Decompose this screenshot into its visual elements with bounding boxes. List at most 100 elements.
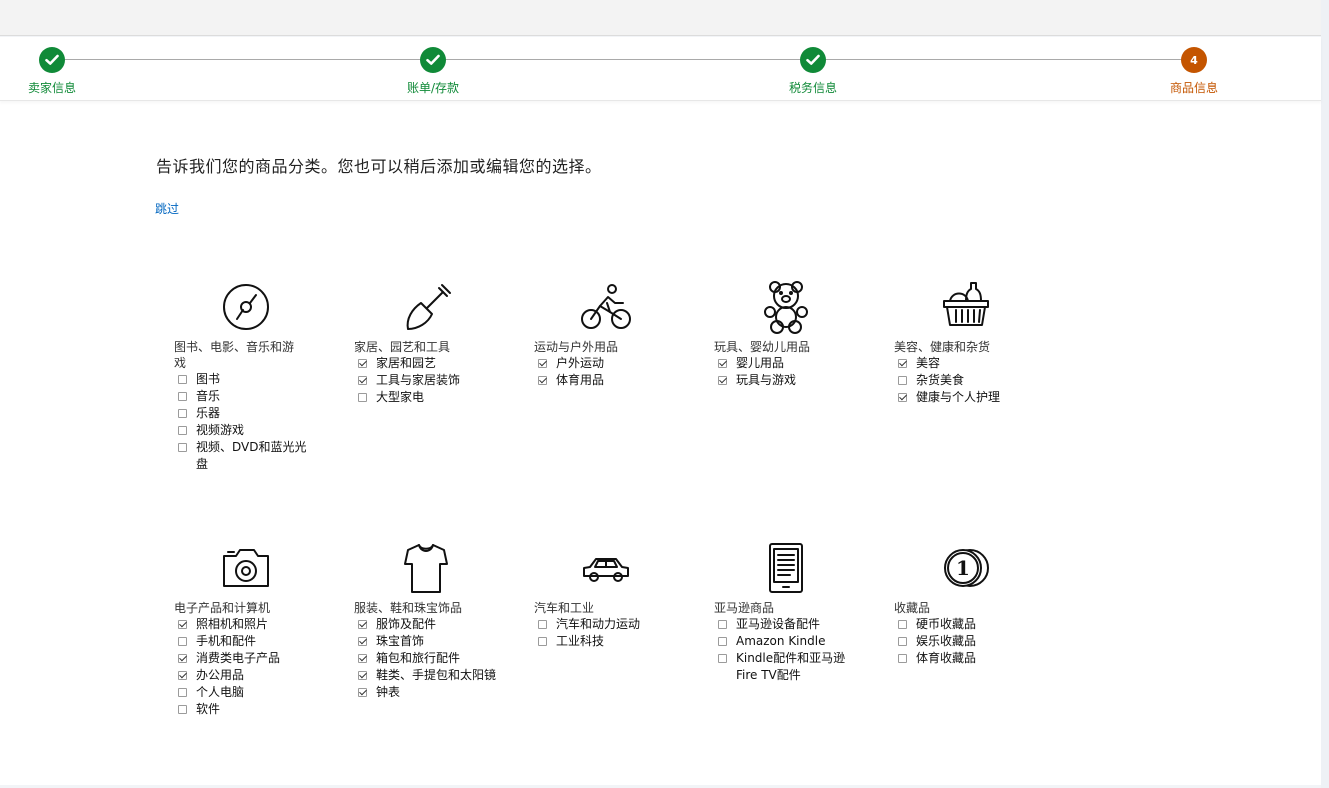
option-label: 乐器: [196, 406, 221, 420]
category-collectibles: 1 收藏品 硬币收藏品 娱乐收藏品 体育收藏品: [894, 540, 1064, 667]
category-option[interactable]: 照相机和照片: [174, 616, 344, 633]
checkbox[interactable]: [358, 359, 367, 368]
category-option[interactable]: 消费类电子产品: [174, 650, 344, 667]
category-title: 电子产品和计算机: [174, 601, 271, 615]
checkbox[interactable]: [898, 620, 907, 629]
category-option[interactable]: 服饰及配件: [354, 616, 524, 633]
option-label: 手机和配件: [196, 634, 257, 648]
checkbox[interactable]: [538, 359, 547, 368]
category-option[interactable]: 玩具与游戏: [714, 372, 884, 389]
category-options: 家居和园艺 工具与家居装饰 大型家电: [354, 355, 524, 406]
category-option[interactable]: 美容: [894, 355, 1064, 372]
category-electronics: 电子产品和计算机 照相机和照片 手机和配件 消费类电子产品 办公用品 个人电脑 …: [174, 540, 344, 718]
checkbox[interactable]: [358, 393, 367, 402]
category-option[interactable]: 大型家电: [354, 389, 524, 406]
category-option[interactable]: 婴儿用品: [714, 355, 884, 372]
step-label: 账单/存款: [406, 81, 460, 95]
category-option[interactable]: 个人电脑: [174, 684, 344, 701]
option-label: 视频、DVD和蓝光光盘: [196, 440, 307, 471]
checkbox[interactable]: [358, 620, 367, 629]
category-option[interactable]: 亚马逊设备配件: [714, 616, 884, 633]
checkbox[interactable]: [178, 409, 187, 418]
checkbox[interactable]: [898, 654, 907, 663]
category-option[interactable]: 视频、DVD和蓝光光盘: [174, 439, 344, 473]
category-option[interactable]: 钟表: [354, 684, 524, 701]
category-option[interactable]: 家居和园艺: [354, 355, 524, 372]
step-product-info: 4 商品信息: [1134, 47, 1254, 96]
category-option[interactable]: 体育收藏品: [894, 650, 1064, 667]
category-option[interactable]: 办公用品: [174, 667, 344, 684]
option-label: 娱乐收藏品: [916, 634, 977, 648]
checkbox[interactable]: [718, 359, 727, 368]
checkbox[interactable]: [718, 376, 727, 385]
checkbox[interactable]: [718, 620, 727, 629]
tshirt-icon: [404, 544, 448, 593]
checkbox[interactable]: [178, 654, 187, 663]
category-option[interactable]: 娱乐收藏品: [894, 633, 1064, 650]
checkbox[interactable]: [898, 637, 907, 646]
checkbox[interactable]: [178, 426, 187, 435]
category-option[interactable]: 汽车和动力运动: [534, 616, 704, 633]
skip-link[interactable]: 跳过: [155, 200, 179, 217]
category-option[interactable]: 鞋类、手提包和太阳镜: [354, 667, 524, 684]
stepper-line: [52, 59, 1194, 60]
option-label: 体育用品: [556, 373, 605, 387]
category-option[interactable]: Kindle配件和亚马逊Fire TV配件: [714, 650, 884, 684]
category-option[interactable]: 体育用品: [534, 372, 704, 389]
checkbox[interactable]: [178, 620, 187, 629]
checkbox[interactable]: [538, 620, 547, 629]
category-option[interactable]: 杂货美食: [894, 372, 1064, 389]
checkbox[interactable]: [178, 671, 187, 680]
checkbox[interactable]: [178, 705, 187, 714]
checkbox[interactable]: [358, 688, 367, 697]
category-option[interactable]: 软件: [174, 701, 344, 718]
page-heading: 告诉我们您的商品分类。您也可以稍后添加或编辑您的选择。: [156, 157, 602, 176]
category-option[interactable]: 音乐: [174, 388, 344, 405]
checkbox[interactable]: [358, 671, 367, 680]
category-options: 图书 音乐 乐器 视频游戏 视频、DVD和蓝光光盘: [174, 371, 344, 473]
option-label: 大型家电: [376, 390, 425, 404]
checkbox[interactable]: [538, 376, 547, 385]
category-option[interactable]: Amazon Kindle: [714, 633, 884, 650]
category-sports: 运动与户外用品 户外运动 体育用品: [534, 279, 704, 389]
category-option[interactable]: 手机和配件: [174, 633, 344, 650]
checkbox[interactable]: [178, 688, 187, 697]
ereader-icon: [769, 543, 803, 593]
checkbox[interactable]: [898, 359, 907, 368]
category-option[interactable]: 乐器: [174, 405, 344, 422]
category-option[interactable]: 工业科技: [534, 633, 704, 650]
checkbox[interactable]: [898, 376, 907, 385]
checkbox[interactable]: [358, 376, 367, 385]
category-home-garden: 家居、园艺和工具 家居和园艺 工具与家居装饰 大型家电: [354, 279, 524, 406]
checkbox[interactable]: [358, 654, 367, 663]
checkbox[interactable]: [178, 375, 187, 384]
option-label: 鞋类、手提包和太阳镜: [376, 668, 497, 682]
basket-icon: [943, 282, 989, 326]
category-option[interactable]: 户外运动: [534, 355, 704, 372]
category-option[interactable]: 珠宝首饰: [354, 633, 524, 650]
checkbox[interactable]: [718, 637, 727, 646]
checkbox[interactable]: [718, 654, 727, 663]
step-seller-info: 卖家信息: [0, 47, 112, 96]
option-label: 汽车和动力运动: [556, 617, 641, 631]
checkbox[interactable]: [898, 393, 907, 402]
category-option[interactable]: 工具与家居装饰: [354, 372, 524, 389]
car-icon: [583, 558, 629, 582]
category-option[interactable]: 图书: [174, 371, 344, 388]
checkbox[interactable]: [538, 637, 547, 646]
category-option[interactable]: 硬币收藏品: [894, 616, 1064, 633]
category-option[interactable]: 箱包和旅行配件: [354, 650, 524, 667]
checkbox[interactable]: [358, 637, 367, 646]
option-label: 美容: [916, 356, 941, 370]
category-option[interactable]: 视频游戏: [174, 422, 344, 439]
category-option[interactable]: 健康与个人护理: [894, 389, 1064, 406]
checkbox[interactable]: [178, 392, 187, 401]
checkbox[interactable]: [178, 637, 187, 646]
option-label: 办公用品: [196, 668, 245, 682]
checkbox[interactable]: [178, 443, 187, 452]
shovel-icon: [406, 284, 451, 330]
step-label: 商品信息: [1169, 81, 1218, 95]
category-title: 汽车和工业: [534, 601, 595, 615]
category-options: 户外运动 体育用品: [534, 355, 704, 389]
coin-icon: 1: [944, 549, 989, 587]
